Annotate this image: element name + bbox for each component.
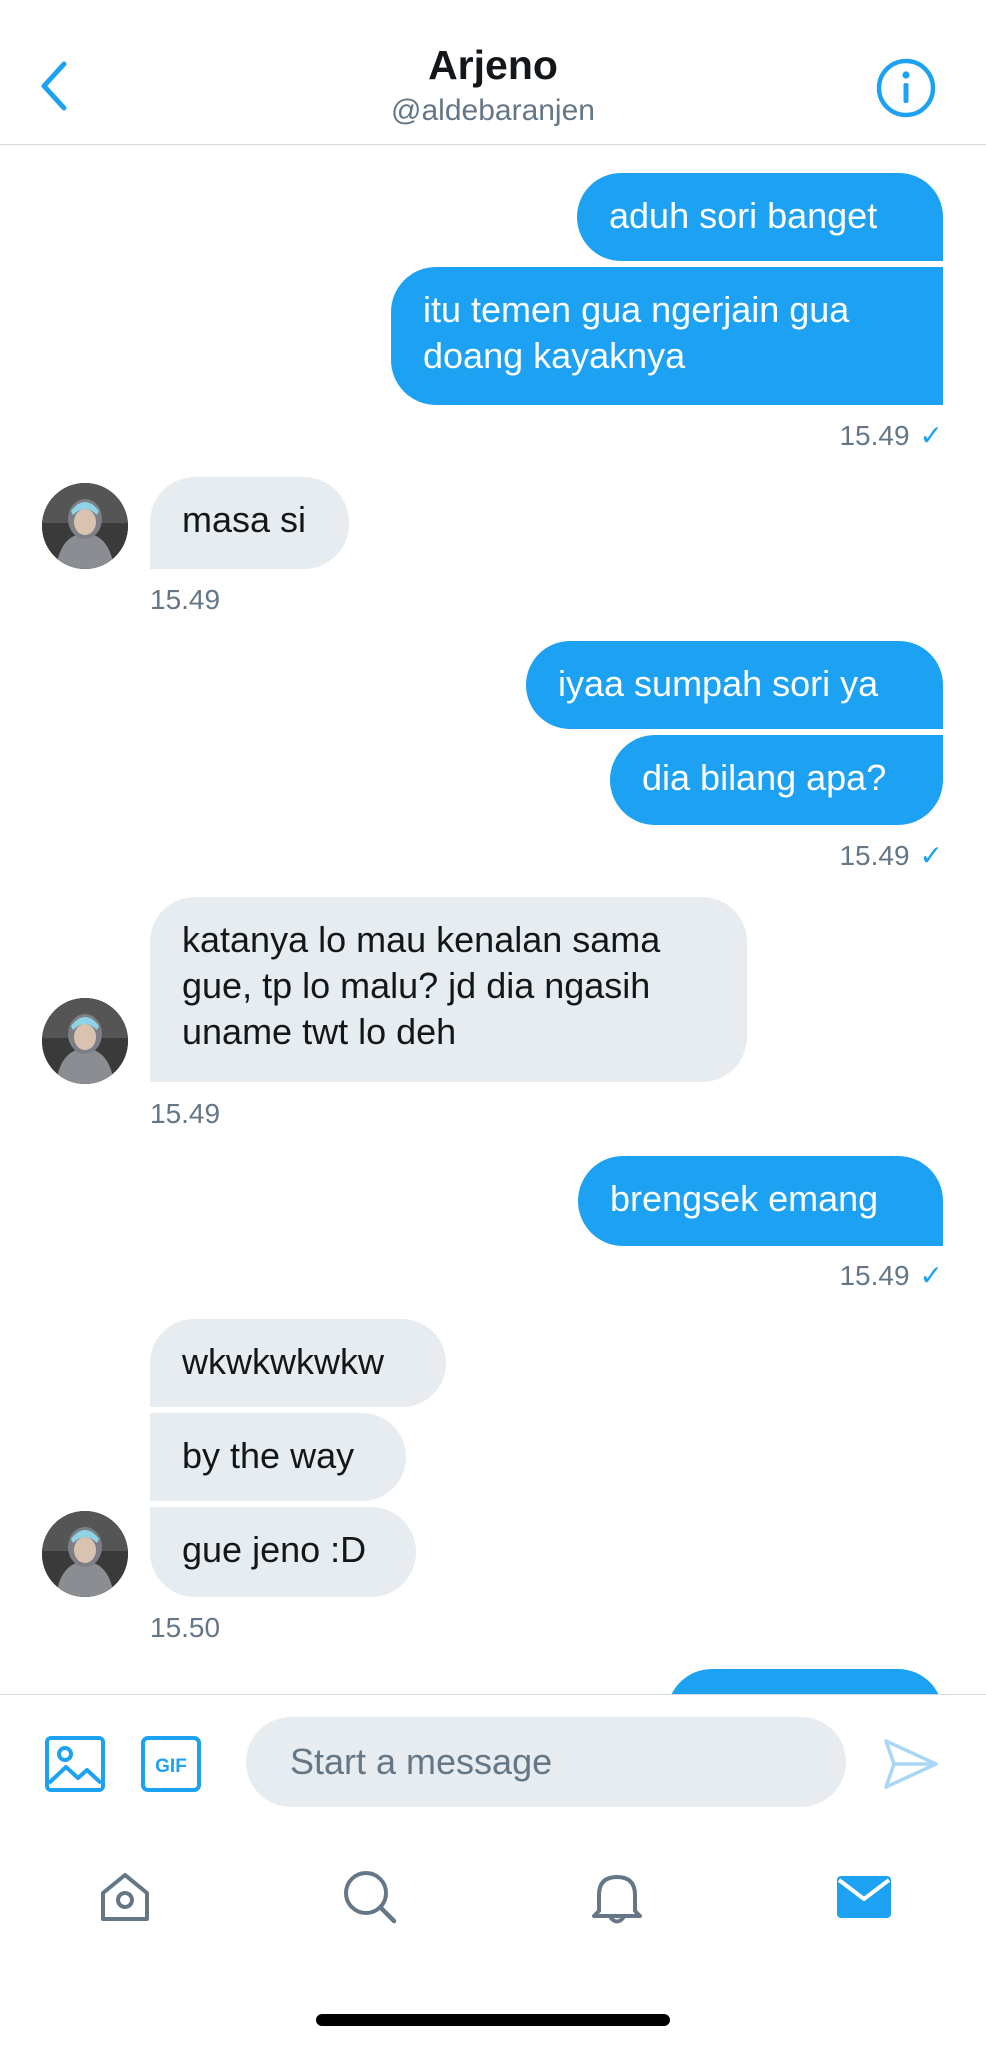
mail-icon [837,1876,891,1918]
gif-label: GIF [155,1756,187,1777]
sent-check-icon: ✓ [919,840,943,871]
message-text: dia bilang apa? [642,757,887,798]
message-bubble-sent[interactable]: iyaa sumpah sori ya [526,641,943,729]
avatar[interactable] [42,998,128,1084]
bell-icon [592,1875,642,1924]
message-bubble-sent-partial[interactable] [667,1669,943,1695]
message-text: wkwkwkwkw [182,1341,384,1382]
message-timestamp: 15.49 ✓ [760,839,943,873]
tab-notifications[interactable] [582,1862,652,1932]
message-text: aduh sori banget [609,195,878,236]
send-button[interactable] [882,1735,940,1793]
message-text: masa si [182,499,307,540]
bottom-tab-bar [0,1832,986,2048]
gif-icon: GIF [141,1736,201,1792]
avatar-image [42,1511,128,1597]
message-bubble-sent[interactable]: brengsek emang [578,1156,943,1246]
tab-messages[interactable] [829,1862,899,1932]
info-icon [876,58,936,118]
avatar-image [42,998,128,1084]
sent-check-icon: ✓ [919,420,943,451]
message-text: iyaa sumpah sori ya [558,663,879,704]
timestamp-text: 15.49 [839,1260,910,1291]
avatar[interactable] [42,483,128,569]
message-list[interactable]: aduh sori banget itu temen gua ngerjain … [0,145,986,1695]
message-bubble-received[interactable]: by the way [150,1413,406,1501]
timestamp-text: 15.49 [839,420,910,451]
message-text-line: itu temen gua ngerjain gua [423,289,850,330]
message-text: brengsek emang [610,1178,879,1219]
image-icon [45,1736,105,1792]
tab-search[interactable] [335,1862,405,1932]
message-bubble-received[interactable]: masa si [150,477,349,569]
message-text: gue jeno :D [182,1529,367,1570]
message-text-line: doang kayaknya [423,335,686,376]
search-icon [344,1871,397,1924]
sent-check-icon: ✓ [919,1260,943,1291]
message-bubble-received[interactable]: katanya lo mau kenalan sama gue, tp lo m… [150,897,747,1082]
message-composer: GIF [0,1694,986,1833]
home-icon [101,1873,149,1921]
message-timestamp: 15.50 [150,1612,221,1643]
message-bubble-sent[interactable]: itu temen gua ngerjain gua doang kayakny… [391,267,943,405]
info-button[interactable] [875,57,937,119]
message-text-line: katanya lo mau kenalan sama [182,919,661,960]
add-gif-button[interactable]: GIF [140,1733,202,1795]
message-text-line: uname twt lo deh [182,1011,457,1052]
home-indicator [316,2014,670,2026]
message-bubble-sent[interactable]: dia bilang apa? [610,735,943,825]
timestamp-text: 15.49 [839,840,910,871]
message-bubble-received[interactable]: gue jeno :D [150,1507,416,1597]
send-icon [884,1739,938,1789]
conversation-handle: @aldebaranjen [391,94,595,127]
avatar-image [42,483,128,569]
message-bubble-sent[interactable]: aduh sori banget [577,173,943,261]
message-text-line: gue, tp lo malu? jd dia ngasih [182,965,651,1006]
message-timestamp: 15.49 [150,584,221,615]
conversation-header: Arjeno @aldebaranjen [0,0,986,145]
conversation-title: Arjeno [428,42,558,88]
add-media-button[interactable] [44,1733,106,1795]
message-timestamp: 15.49 [150,1098,221,1129]
message-timestamp: 15.49 ✓ [760,419,943,453]
message-timestamp: 15.49 ✓ [760,1259,943,1293]
message-text: by the way [182,1435,355,1476]
avatar[interactable] [42,1511,128,1597]
message-bubble-received[interactable]: wkwkwkwkw [150,1319,446,1407]
message-input[interactable] [246,1717,846,1807]
tab-home[interactable] [90,1862,160,1932]
